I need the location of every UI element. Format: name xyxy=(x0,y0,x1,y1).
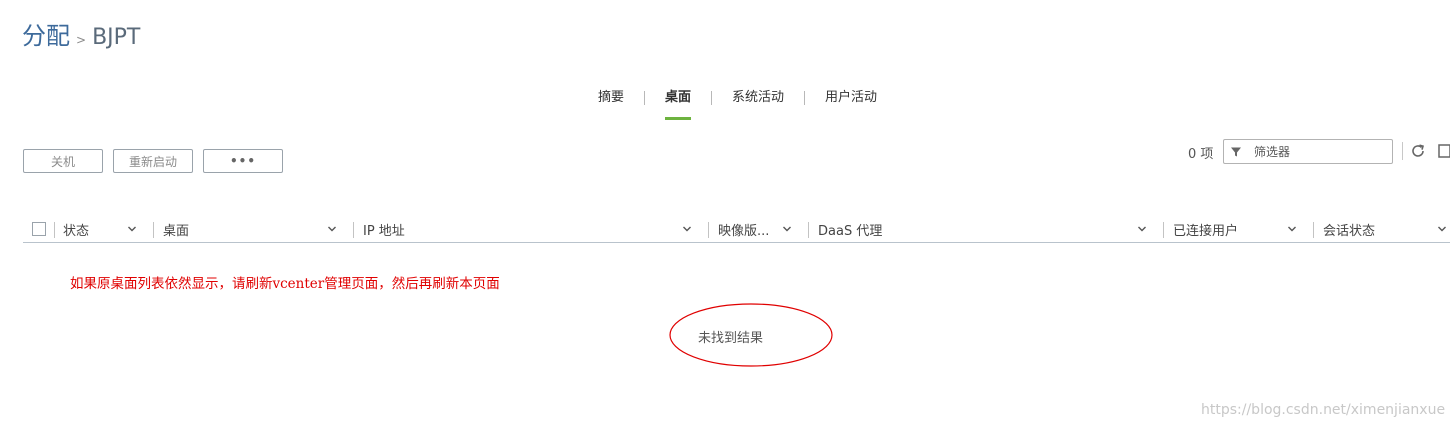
column-divider xyxy=(153,222,154,238)
chevron-down-icon[interactable] xyxy=(1287,224,1297,234)
filter-input[interactable] xyxy=(1252,143,1386,160)
shutdown-button[interactable]: 关机 xyxy=(23,149,103,173)
tab-system-activity[interactable]: 系统活动 xyxy=(722,86,794,110)
column-header-ip-address[interactable]: IP 地址 xyxy=(363,217,405,242)
page-title: BJPT xyxy=(92,25,141,50)
annotation-note: 如果原桌面列表依然显示，请刷新vcenter管理页面，然后再刷新本页面 xyxy=(70,276,500,292)
chevron-down-icon[interactable] xyxy=(1137,224,1147,234)
select-all-checkbox[interactable] xyxy=(32,222,46,236)
column-divider xyxy=(1313,222,1314,238)
tab-user-activity[interactable]: 用户活动 xyxy=(815,86,887,110)
item-count: 0 项 xyxy=(1188,147,1214,162)
action-toolbar: 关机 重新启动 ••• xyxy=(23,149,283,173)
watermark: https://blog.csdn.net/ximenjianxue xyxy=(1201,402,1446,418)
column-header-desktop[interactable]: 桌面 xyxy=(163,217,189,242)
column-divider xyxy=(1163,222,1164,238)
page: 分配 > BJPT 摘要 桌面 系统活动 用户活动 关机 重新启动 ••• 0 … xyxy=(0,0,1450,429)
chevron-down-icon[interactable] xyxy=(327,224,337,234)
column-divider xyxy=(353,222,354,238)
column-header-daas-agent[interactable]: DaaS 代理 xyxy=(818,217,882,242)
breadcrumb-root-link[interactable]: 分配 xyxy=(22,16,70,51)
tab-bar: 摘要 桌面 系统活动 用户活动 xyxy=(588,86,887,120)
column-header-status[interactable]: 状态 xyxy=(63,217,89,242)
tab-divider xyxy=(644,91,646,105)
chevron-down-icon[interactable] xyxy=(682,224,692,234)
column-header-session-state[interactable]: 会话状态 xyxy=(1323,217,1375,242)
breadcrumb-separator: > xyxy=(76,33,87,47)
toolbar-divider xyxy=(1402,142,1403,160)
column-divider xyxy=(808,222,809,238)
chevron-down-icon[interactable] xyxy=(127,224,137,234)
table-header: 状态 桌面 IP 地址 映像版... DaaS 代理 已连接用户 会话状态 xyxy=(23,217,1450,243)
column-header-image-version[interactable]: 映像版... xyxy=(718,217,769,242)
filter-field[interactable] xyxy=(1223,139,1393,164)
tab-divider xyxy=(804,91,806,105)
chevron-down-icon[interactable] xyxy=(782,224,792,234)
filter-icon xyxy=(1230,146,1246,158)
column-divider xyxy=(54,222,55,238)
tab-desktops[interactable]: 桌面 xyxy=(655,86,701,120)
empty-state-message: 未找到结果 xyxy=(698,331,764,346)
breadcrumb: 分配 > BJPT xyxy=(22,16,140,51)
more-actions-button[interactable]: ••• xyxy=(203,149,283,173)
tab-divider xyxy=(711,91,713,105)
refresh-icon[interactable] xyxy=(1410,143,1426,163)
column-header-connected-user[interactable]: 已连接用户 xyxy=(1173,217,1238,242)
tab-summary[interactable]: 摘要 xyxy=(588,86,634,110)
chevron-down-icon[interactable] xyxy=(1437,224,1447,234)
column-divider xyxy=(708,222,709,238)
restart-button[interactable]: 重新启动 xyxy=(113,149,193,173)
export-icon[interactable] xyxy=(1438,143,1450,163)
